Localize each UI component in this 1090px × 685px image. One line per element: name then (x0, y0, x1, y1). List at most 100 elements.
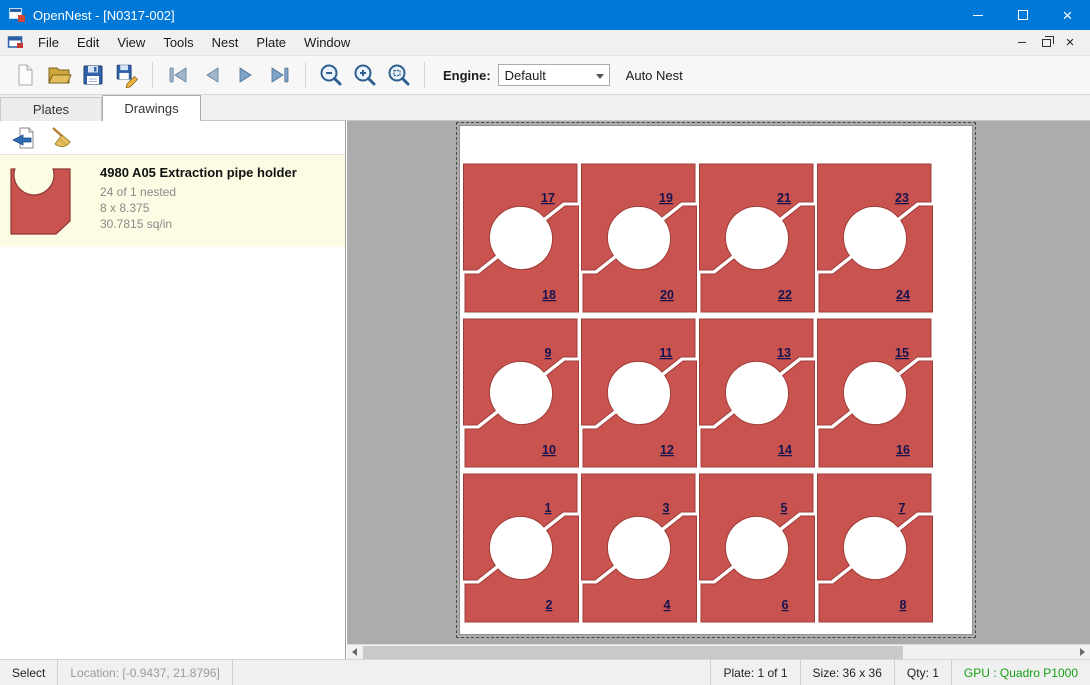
nested-part-pair[interactable] (464, 319, 579, 467)
save-edit-button[interactable] (110, 59, 144, 91)
mdi-restore-button[interactable] (1034, 33, 1058, 53)
send-to-plate-button[interactable] (8, 124, 38, 152)
drawing-title: 4980 A05 Extraction pipe holder (100, 165, 297, 180)
nest-cell: 11 12 (582, 319, 697, 467)
nest-cell: 7 8 (818, 474, 933, 622)
part-number: 22 (778, 288, 792, 302)
part-number: 24 (896, 288, 910, 302)
nested-part-pair[interactable] (700, 474, 815, 622)
scrollbar-thumb[interactable] (363, 646, 903, 659)
nested-part-pair[interactable] (700, 319, 815, 467)
new-button[interactable] (8, 59, 42, 91)
save-button[interactable] (76, 59, 110, 91)
app-icon (9, 8, 25, 22)
mdi-child-icon (7, 35, 25, 51)
auto-nest-button[interactable]: Auto Nest (626, 68, 683, 83)
part-number: 6 (782, 598, 789, 612)
window-title: OpenNest - [N0317-002] (33, 8, 175, 23)
nest-cell: 3 4 (582, 474, 697, 622)
nest-cell: 19 20 (582, 164, 697, 312)
part-number: 16 (896, 443, 910, 457)
mdi-close-icon: × (1066, 35, 1075, 50)
part-number: 18 (542, 288, 556, 302)
main-toolbar: Engine: Default Auto Nest (0, 56, 1090, 95)
part-number: 20 (660, 288, 674, 302)
nested-part-pair[interactable] (464, 164, 579, 312)
part-number: 7 (899, 501, 906, 515)
zoom-out-button[interactable] (314, 59, 348, 91)
nested-part-pair[interactable] (582, 164, 697, 312)
status-qty: Qty: 1 (895, 660, 951, 685)
clear-nest-button[interactable] (46, 124, 76, 152)
maximize-button[interactable] (1000, 0, 1045, 30)
nest-cell: 23 24 (818, 164, 933, 312)
menu-nest[interactable]: Nest (203, 30, 248, 56)
last-plate-button[interactable] (263, 59, 297, 91)
nested-part-pair[interactable] (818, 319, 933, 467)
nest-cell: 15 16 (818, 319, 933, 467)
nest-cell: 17 18 (464, 164, 579, 312)
horizontal-scrollbar[interactable] (347, 644, 1090, 659)
nest-cell: 21 22 (700, 164, 815, 312)
chevron-down-icon (596, 74, 604, 79)
toolbar-separator (152, 62, 153, 88)
part-number: 8 (900, 598, 907, 612)
part-number: 3 (663, 501, 670, 515)
zoom-in-button[interactable] (348, 59, 382, 91)
nested-part-pair[interactable] (582, 319, 697, 467)
mdi-minimize-button[interactable] (1010, 33, 1034, 53)
nested-part-pair[interactable] (700, 164, 815, 312)
part-number: 19 (659, 191, 673, 205)
drawings-mini-toolbar (0, 121, 345, 155)
scroll-right-button[interactable] (1075, 645, 1090, 659)
tab-plates[interactable]: Plates (0, 97, 102, 121)
opennest-window: OpenNest - [N0317-002] × File Edit View … (0, 0, 1090, 685)
nest-canvas[interactable]: 17 18 19 20 21 22 23 24 (347, 121, 1090, 659)
part-number: 23 (895, 191, 909, 205)
scroll-right-icon (1080, 648, 1085, 656)
menu-plate[interactable]: Plate (247, 30, 295, 56)
minimize-button[interactable] (955, 0, 1000, 30)
status-location: Location: [-0.9437, 21.8796] (58, 660, 231, 685)
part-number: 5 (781, 501, 788, 515)
next-plate-button[interactable] (229, 59, 263, 91)
nested-part-pair[interactable] (582, 474, 697, 622)
plate[interactable]: 17 18 19 20 21 22 23 24 (459, 125, 973, 635)
open-folder-icon (46, 62, 72, 88)
prev-plate-button[interactable] (195, 59, 229, 91)
part-number: 2 (546, 598, 553, 612)
first-plate-button[interactable] (161, 59, 195, 91)
menu-view[interactable]: View (108, 30, 154, 56)
scroll-left-button[interactable] (347, 645, 362, 659)
drawing-list-item[interactable]: 4980 A05 Extraction pipe holder 24 of 1 … (0, 155, 345, 247)
menu-file[interactable]: File (29, 30, 68, 56)
part-number: 13 (777, 346, 791, 360)
open-button[interactable] (42, 59, 76, 91)
engine-select[interactable]: Default (498, 64, 610, 86)
minimize-icon (973, 15, 983, 16)
save-icon (80, 62, 106, 88)
zoom-in-icon (352, 62, 378, 88)
status-divider (232, 660, 233, 685)
tab-drawings[interactable]: Drawings (102, 95, 201, 121)
nested-part-pair[interactable] (818, 164, 933, 312)
drawings-panel: 4980 A05 Extraction pipe holder 24 of 1 … (0, 121, 346, 659)
close-icon: × (1063, 7, 1073, 24)
drawing-thumbnail (10, 167, 76, 239)
status-bar: Select Location: [-0.9437, 21.8796] Plat… (0, 659, 1090, 685)
nest-cell: 13 14 (700, 319, 815, 467)
drawing-area: 30.7815 sq/in (100, 217, 172, 231)
zoom-window-button[interactable] (382, 59, 416, 91)
nested-part-pair[interactable] (818, 474, 933, 622)
mdi-close-button[interactable]: × (1058, 33, 1082, 53)
nav-last-icon (267, 62, 293, 88)
status-plate: Plate: 1 of 1 (711, 660, 799, 685)
nested-part-pair[interactable] (464, 474, 579, 622)
part-number: 12 (660, 443, 674, 457)
menu-edit[interactable]: Edit (68, 30, 108, 56)
menu-window[interactable]: Window (295, 30, 359, 56)
close-button[interactable]: × (1045, 0, 1090, 30)
menu-tools[interactable]: Tools (154, 30, 202, 56)
nav-prev-icon (199, 62, 225, 88)
nav-next-icon (233, 62, 259, 88)
